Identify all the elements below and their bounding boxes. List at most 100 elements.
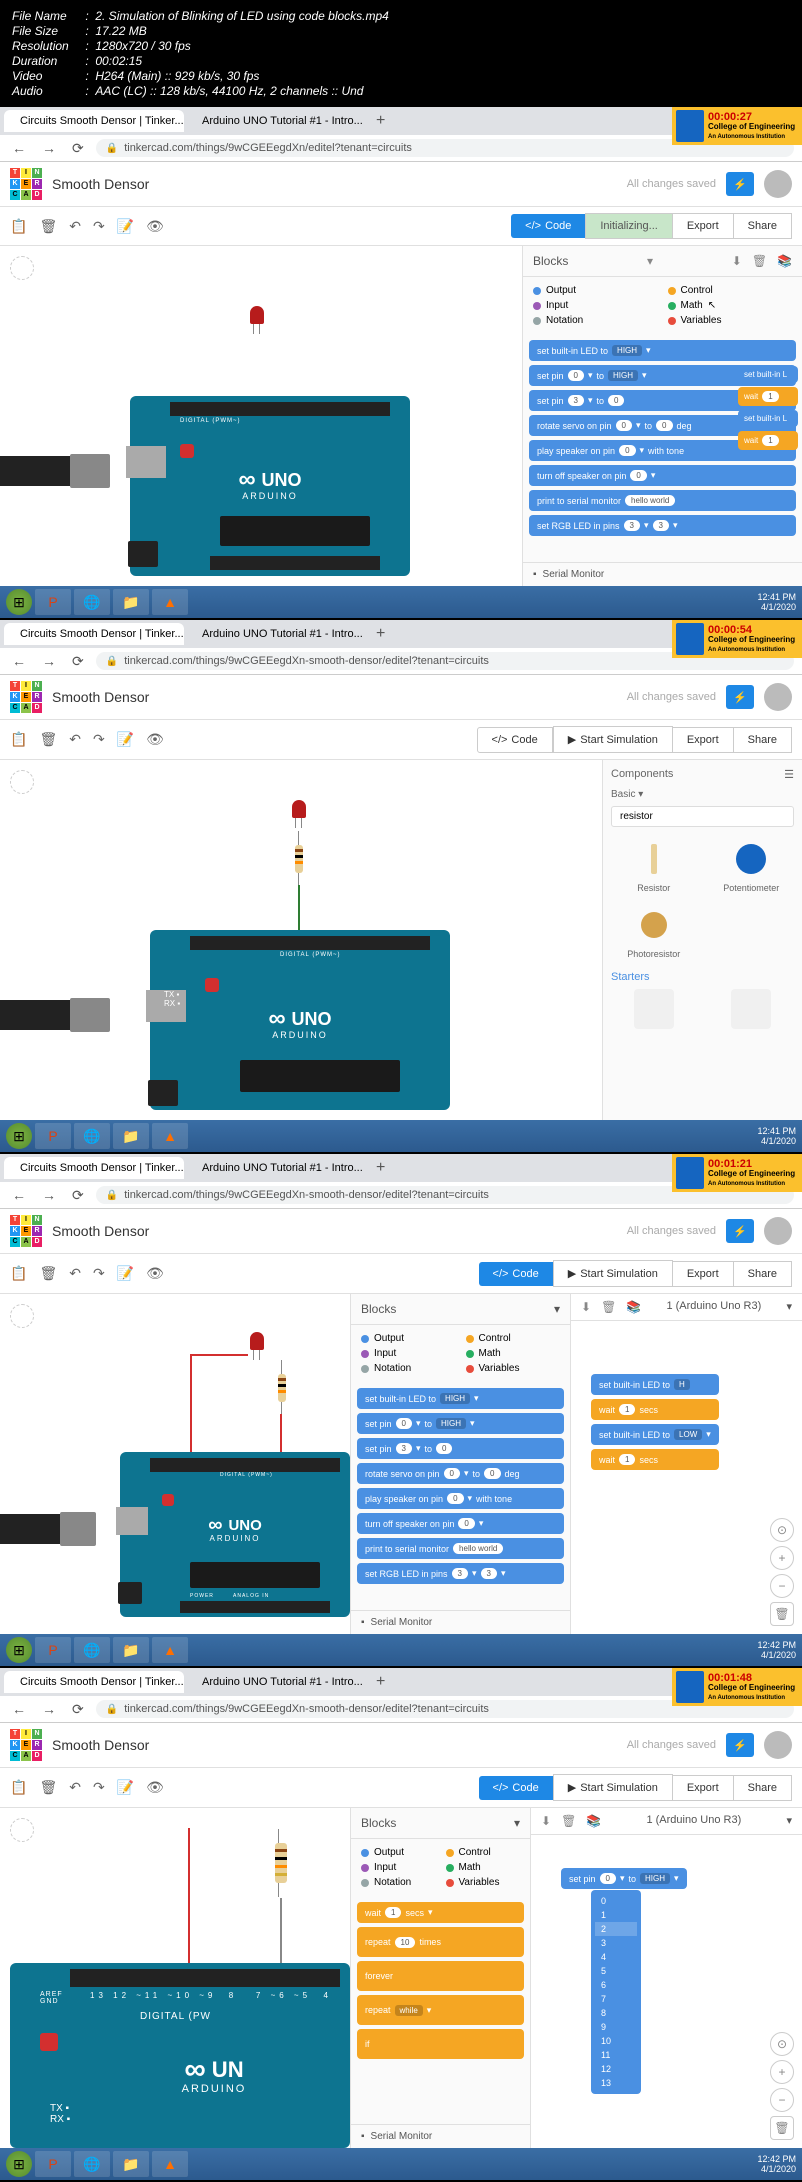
cat-math[interactable]: Math↖: [668, 300, 793, 311]
browser-tab-1[interactable]: Circuits Smooth Densor | Tinker...×: [4, 623, 184, 645]
share-button[interactable]: Share: [734, 1261, 792, 1287]
script-workspace[interactable]: ⬇🗑📚 1 (Arduino Uno R3) ▾ set pin 0▾ to H…: [530, 1808, 802, 2148]
arduino-board[interactable]: 13 12 ~11 ~10 ~9 8 7 ~6 ~5 4 AREFGND DIG…: [10, 1963, 350, 2148]
cat-variables[interactable]: Variables: [668, 315, 793, 326]
new-tab-button[interactable]: +: [368, 625, 393, 643]
cat-variables[interactable]: Variables: [466, 1363, 561, 1374]
rotate-handle[interactable]: [10, 256, 34, 280]
task-chrome[interactable]: 🌐: [74, 589, 110, 615]
user-avatar[interactable]: [764, 1731, 792, 1759]
trash-workspace[interactable]: 🗑: [770, 2116, 794, 2140]
browser-tab-2[interactable]: Arduino UNO Tutorial #1 - Intro...×: [186, 110, 366, 132]
zoom-in[interactable]: +: [770, 2060, 794, 2084]
block-rgb[interactable]: set RGB LED in pins3▾3▾: [357, 1563, 564, 1584]
circuit-canvas[interactable]: DIGITAL (PWM~) ∞UNO ARDUINO: [0, 246, 522, 586]
export-button[interactable]: Export: [673, 213, 734, 239]
arduino-board[interactable]: DIGITAL (PWM~) ∞UNO ARDUINO POWER ANALOG…: [120, 1452, 350, 1617]
redo-button[interactable]: ↷: [93, 731, 105, 748]
block-rgb[interactable]: set RGB LED in pins3▾3▾: [529, 515, 796, 536]
zoom-out[interactable]: −: [770, 1574, 794, 1598]
forward-button[interactable]: →: [38, 140, 60, 156]
zoom-out[interactable]: −: [770, 2088, 794, 2112]
cat-output[interactable]: Output: [361, 1847, 436, 1858]
code-button[interactable]: </> Code: [479, 1262, 553, 1286]
block-set-pin[interactable]: set pin0▾toHIGH▾: [357, 1413, 564, 1434]
block-serial[interactable]: print to serial monitorhello world: [529, 490, 796, 511]
share-button[interactable]: Share: [734, 1775, 792, 1801]
block-forever[interactable]: forever: [357, 1961, 524, 1991]
cat-notation[interactable]: Notation: [361, 1877, 436, 1888]
delete-button[interactable]: 🗑: [39, 1265, 57, 1282]
block-speaker-off[interactable]: turn off speaker on pin0▾: [357, 1513, 564, 1534]
new-tab-button[interactable]: +: [368, 1673, 393, 1691]
trash-icon[interactable]: 🗑: [601, 1300, 616, 1314]
view-button[interactable]: 👁: [146, 731, 164, 748]
block-speaker[interactable]: play speaker on pin0▾with tone: [357, 1488, 564, 1509]
task-vlc[interactable]: ▲: [152, 1123, 188, 1149]
cat-control[interactable]: Control: [446, 1847, 521, 1858]
browser-tab-1[interactable]: Circuits Smooth Densor | Tinker...×: [4, 110, 184, 132]
undo-button[interactable]: ↶: [69, 1265, 81, 1282]
component-photoresistor[interactable]: Photoresistor: [611, 905, 697, 959]
start-button[interactable]: ⊞: [6, 2151, 32, 2177]
task-folder[interactable]: 📁: [113, 589, 149, 615]
circuit-canvas[interactable]: DIGITAL (PWM~) ∞UNO ARDUINO TX ▪RX ▪: [0, 760, 602, 1120]
start-sim-button[interactable]: ▶ Start Simulation: [553, 1260, 673, 1287]
delete-button[interactable]: 🗑: [39, 731, 57, 748]
rotate-handle[interactable]: [10, 1304, 34, 1328]
lib-icon[interactable]: 📚: [777, 254, 792, 268]
circuits-icon[interactable]: ⚡: [726, 1733, 754, 1757]
block-if[interactable]: if: [357, 2029, 524, 2059]
share-button[interactable]: Share: [734, 727, 792, 753]
task-chrome[interactable]: 🌐: [74, 2151, 110, 2177]
block-repeat-while[interactable]: repeat while▾: [357, 1995, 524, 2025]
cat-notation[interactable]: Notation: [361, 1363, 456, 1374]
copy-button[interactable]: 📋: [10, 1779, 27, 1796]
rotate-handle[interactable]: [10, 770, 34, 794]
notes-button[interactable]: 📝: [117, 218, 134, 235]
task-vlc[interactable]: ▲: [152, 2151, 188, 2177]
reload-button[interactable]: ⟳: [68, 1187, 88, 1204]
tinkercad-logo[interactable]: TINKERCAD: [10, 1215, 42, 1247]
browser-tab-2[interactable]: Arduino UNO Tutorial #1 - Intro...×: [186, 623, 366, 645]
start-button[interactable]: ⊞: [6, 1637, 32, 1663]
zoom-in[interactable]: +: [770, 1546, 794, 1570]
block-builtin-led[interactable]: set built-in LED toHIGH▾: [529, 340, 796, 361]
block-set-pin-2[interactable]: set pin3▾to0: [357, 1438, 564, 1459]
cat-input[interactable]: Input: [361, 1862, 436, 1873]
browser-tab-1[interactable]: Circuits Smooth Densor | Tinker...×: [4, 1671, 184, 1693]
serial-monitor-toggle[interactable]: ▪ Serial Monitor: [523, 562, 802, 586]
back-button[interactable]: ←: [8, 140, 30, 156]
script-block-4[interactable]: wait 1 secs: [591, 1449, 719, 1470]
project-name[interactable]: Smooth Densor: [52, 176, 149, 192]
reload-button[interactable]: ⟳: [68, 1701, 88, 1718]
workspace-script[interactable]: set built-in L wait 1 set built-in L wai…: [738, 366, 798, 454]
device-selector[interactable]: ⬇🗑📚 1 (Arduino Uno R3) ▾: [531, 1808, 802, 1835]
code-button[interactable]: </> Code: [511, 214, 585, 238]
cat-control[interactable]: Control: [668, 285, 793, 296]
starter-1[interactable]: [611, 989, 697, 1033]
led-component[interactable]: [292, 800, 306, 818]
cat-notation[interactable]: Notation: [533, 315, 658, 326]
circuit-canvas[interactable]: DIGITAL (PWM~) ∞UNO ARDUINO POWER ANALOG…: [0, 1294, 350, 1634]
cat-input[interactable]: Input: [361, 1348, 456, 1359]
tinkercad-logo[interactable]: TINKERCAD: [10, 1729, 42, 1761]
cat-math[interactable]: Math: [446, 1862, 521, 1873]
project-name[interactable]: Smooth Densor: [52, 689, 149, 705]
undo-button[interactable]: ↶: [69, 731, 81, 748]
code-button[interactable]: </> Code: [477, 727, 553, 753]
script-block-1[interactable]: set built-in LED to H: [591, 1374, 719, 1395]
back-button[interactable]: ←: [8, 653, 30, 669]
back-button[interactable]: ←: [8, 1701, 30, 1717]
task-vlc[interactable]: ▲: [152, 1637, 188, 1663]
notes-button[interactable]: 📝: [117, 731, 134, 748]
component-resistor[interactable]: Resistor: [611, 839, 697, 893]
cat-input[interactable]: Input: [533, 300, 658, 311]
component-potentiometer[interactable]: Potentiometer: [709, 839, 795, 893]
resistor-component[interactable]: [275, 1843, 287, 1883]
reload-button[interactable]: ⟳: [68, 653, 88, 670]
task-chrome[interactable]: 🌐: [74, 1123, 110, 1149]
redo-button[interactable]: ↷: [93, 1265, 105, 1282]
cat-output[interactable]: Output: [361, 1333, 456, 1344]
task-powerpoint[interactable]: P: [35, 589, 71, 615]
